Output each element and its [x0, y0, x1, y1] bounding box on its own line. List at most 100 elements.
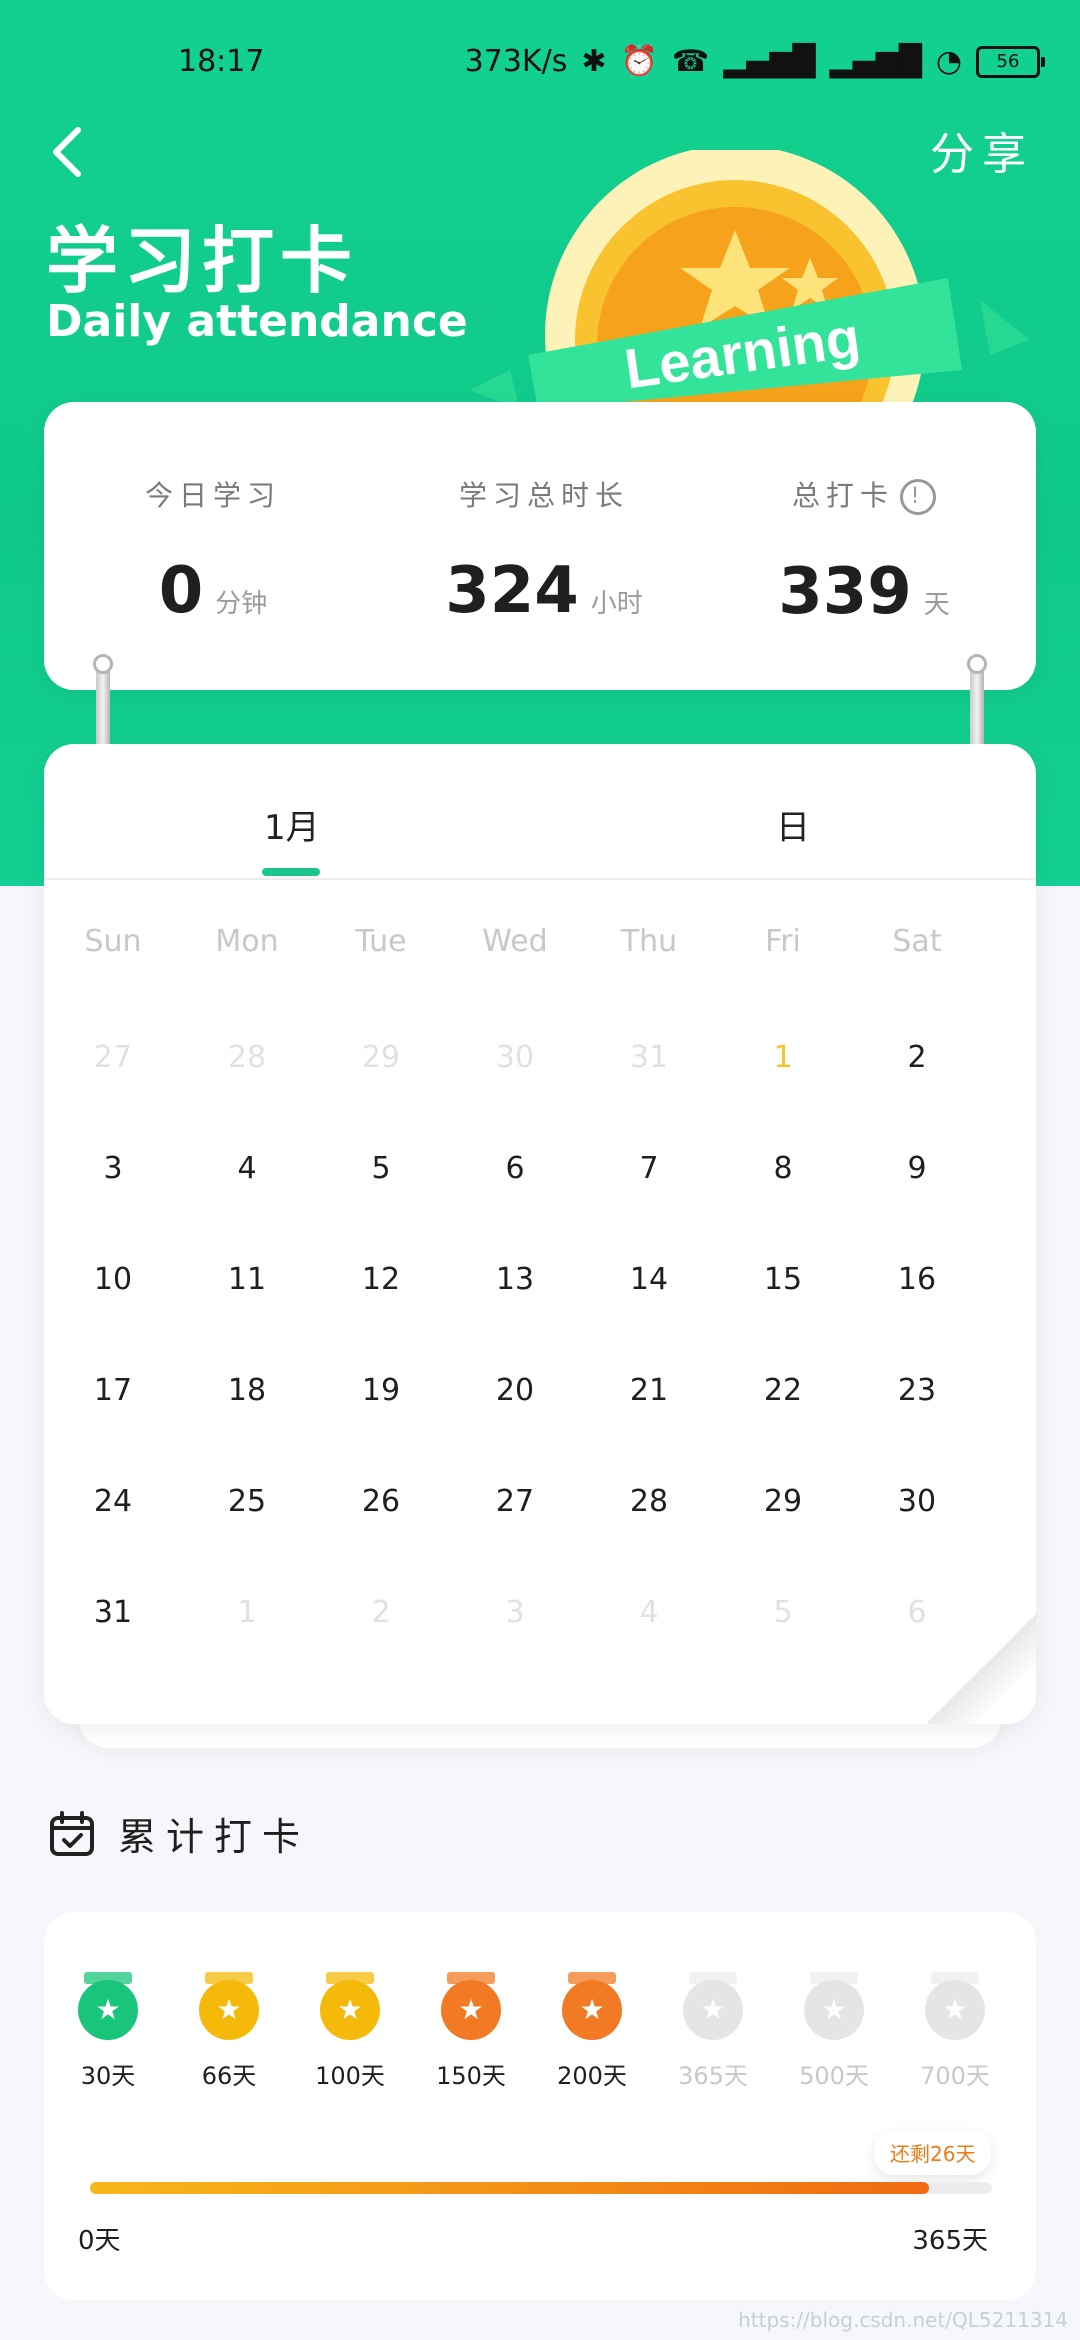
calendar-day[interactable]: 23 — [850, 1373, 984, 1408]
medal-item[interactable]: ★ 700天 — [895, 1972, 1015, 2091]
stat-value: 324 — [445, 554, 579, 628]
calendar-day[interactable]: 27 — [448, 1484, 582, 1519]
medal-label: 200天 — [557, 2062, 627, 2090]
calendar-tabs: 1月 日 — [44, 744, 1036, 880]
page-subtitle: Daily attendance — [46, 296, 468, 347]
stat-today: 今日学习 0 分钟 — [98, 474, 328, 628]
medal-label: 700天 — [920, 2062, 990, 2090]
medal-item[interactable]: ★ 66天 — [169, 1972, 289, 2091]
medal-item[interactable]: ★ 365天 — [653, 1972, 773, 2091]
calendar-day[interactable]: 4 — [180, 1151, 314, 1186]
signal-icon: ▂▄▆█ — [723, 44, 816, 79]
status-time: 18:17 — [178, 44, 265, 79]
calendar-day[interactable]: 19 — [314, 1373, 448, 1408]
back-button[interactable] — [44, 122, 94, 182]
medal-item[interactable]: ★ 150天 — [411, 1972, 531, 2091]
tab-month[interactable]: 1月 — [264, 800, 320, 849]
calendar-day[interactable]: 25 — [180, 1484, 314, 1519]
calendar-day[interactable]: 5 — [716, 1595, 850, 1630]
chevron-left-icon — [53, 127, 81, 177]
calendar-day[interactable]: 2 — [314, 1595, 448, 1630]
tab-indicator — [262, 868, 320, 876]
calendar-day[interactable]: 16 — [850, 1262, 984, 1297]
weekday-label: Thu — [620, 924, 678, 959]
call-icon: ☎ — [671, 44, 710, 79]
calendar-day[interactable]: 9 — [850, 1151, 984, 1186]
medal-icon: ★ — [683, 1980, 743, 2040]
calendar-day[interactable]: 13 — [448, 1262, 582, 1297]
stat-total-time: 学习总时长 324 小时 — [424, 474, 664, 628]
calendar-day[interactable]: 15 — [716, 1262, 850, 1297]
network-speed: 373K/s — [464, 44, 568, 79]
tab-day[interactable]: 日 — [776, 800, 810, 849]
calendar-day[interactable]: 22 — [716, 1373, 850, 1408]
medal-label: 150天 — [436, 2062, 506, 2090]
calendar-day[interactable]: 18 — [180, 1373, 314, 1408]
calendar-day[interactable]: 1 — [716, 1040, 850, 1075]
stat-total-checkin: 总打卡! 339 天 — [744, 474, 984, 629]
star-icon: ★ — [337, 1993, 363, 2026]
calendar-day[interactable]: 8 — [716, 1151, 850, 1186]
calendar-day[interactable]: 20 — [448, 1373, 582, 1408]
weekday-label: Fri — [765, 924, 801, 959]
calendar-day[interactable]: 24 — [46, 1484, 180, 1519]
medal-label: 365天 — [678, 2062, 748, 2090]
progress-track — [90, 2182, 992, 2194]
medal-icon: ★ — [562, 1980, 622, 2040]
calendar-day[interactable]: 1 — [180, 1595, 314, 1630]
calendar-card: 1月 日 Sun Mon Tue Wed Thu Fri Sat 27 28 29 30 31 1 2 3… — [44, 744, 1036, 1724]
calendar-day[interactable]: 29 — [314, 1040, 448, 1075]
stat-label: 总打卡 — [791, 479, 894, 512]
calendar-day[interactable]: 6 — [448, 1151, 582, 1186]
weekday-label: Sat — [892, 924, 942, 959]
medal-item[interactable]: ★ 200天 — [532, 1972, 652, 2091]
calendar-day[interactable]: 26 — [314, 1484, 448, 1519]
calendar-day[interactable]: 17 — [46, 1373, 180, 1408]
calendar-day[interactable]: 10 — [46, 1262, 180, 1297]
calendar-day[interactable]: 4 — [582, 1595, 716, 1630]
star-icon: ★ — [821, 1993, 847, 2026]
calendar-day[interactable]: 11 — [180, 1262, 314, 1297]
calendar-day[interactable]: 30 — [448, 1040, 582, 1075]
medal-label: 66天 — [201, 2062, 257, 2090]
stat-unit: 小时 — [590, 589, 643, 619]
status-bar: 18:17 373K/s ✱ ⏰ ☎ ▂▄▆█ ▂▄▆█ ◔ 56 — [0, 40, 1080, 84]
medal-item[interactable]: ★ 30天 — [48, 1972, 168, 2091]
calendar-day[interactable]: 31 — [582, 1040, 716, 1075]
medal-icon: ★ — [199, 1980, 259, 2040]
remaining-badge: 还剩26天 — [874, 2130, 992, 2175]
calendar-day[interactable]: 3 — [448, 1595, 582, 1630]
medal-icon: ★ — [925, 1980, 985, 2040]
watermark: https://blog.csdn.net/QL5211314 — [738, 2308, 1068, 2332]
calendar-day[interactable]: 3 — [46, 1151, 180, 1186]
page-title: 学习打卡 — [46, 219, 359, 303]
medal-item[interactable]: ★ 100天 — [290, 1972, 410, 2091]
star-icon: ★ — [95, 1993, 121, 2026]
star-icon: ★ — [458, 1993, 484, 2026]
calendar-day[interactable]: 12 — [314, 1262, 448, 1297]
calendar-day[interactable]: 2 — [850, 1040, 984, 1075]
info-icon[interactable]: ! — [900, 479, 936, 515]
medal-item[interactable]: ★ 500天 — [774, 1972, 894, 2091]
calendar-day[interactable]: 31 — [46, 1595, 180, 1630]
calendar-day[interactable]: 27 — [46, 1040, 180, 1075]
calendar-day[interactable]: 21 — [582, 1373, 716, 1408]
calendar-day[interactable]: 14 — [582, 1262, 716, 1297]
weekday-label: Mon — [215, 924, 279, 959]
alarm-icon: ⏰ — [620, 44, 658, 79]
medal-label: 500天 — [799, 2062, 869, 2090]
calendar-day[interactable]: 28 — [582, 1484, 716, 1519]
weekday-label: Wed — [482, 924, 548, 959]
calendar-day[interactable]: 29 — [716, 1484, 850, 1519]
calendar-day[interactable]: 28 — [180, 1040, 314, 1075]
progress-start-label: 0天 — [78, 2226, 121, 2256]
star-icon: ★ — [579, 1993, 605, 2026]
calendar-day[interactable]: 30 — [850, 1484, 984, 1519]
calendar-check-icon — [50, 1810, 94, 1856]
calendar-day[interactable]: 5 — [314, 1151, 448, 1186]
page-curl — [926, 1614, 1036, 1724]
stat-label: 今日学习 — [144, 479, 281, 512]
calendar-day[interactable]: 7 — [582, 1151, 716, 1186]
star-icon: ★ — [942, 1993, 968, 2026]
progress-fill — [90, 2182, 929, 2194]
